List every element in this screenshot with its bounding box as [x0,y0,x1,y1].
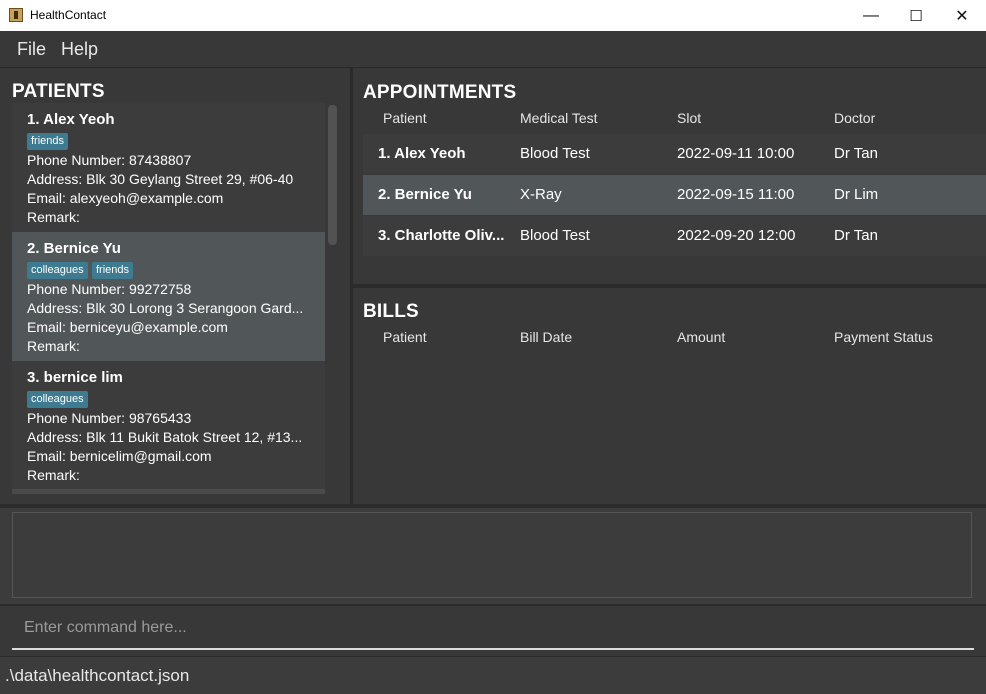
appointment-test: Blood Test [520,145,590,162]
patient-name: 2. Bernice Yu [27,240,121,257]
patient-phone: Phone Number: 99272758 [27,281,192,297]
tag-badge: colleagues [27,262,88,279]
patient-card[interactable]: 3. bernice lim colleagues Phone Number: … [12,361,325,490]
command-input[interactable] [12,608,974,650]
patient-name: 1. Alex Yeoh [27,111,115,128]
appointment-patient: 2. Bernice Yu [378,186,472,203]
patient-email: Email: alexyeoh@example.com [27,190,224,206]
bills-panel [353,288,986,504]
appointment-patient: 3. Charlotte Oliv... [378,227,505,244]
tag-badge: colleagues [27,391,88,408]
patient-list-hscroll[interactable] [12,489,325,494]
appointment-row[interactable]: 1. Alex Yeoh Blood Test 2022-09-11 10:00… [363,134,986,174]
appointment-doctor: Dr Lim [834,186,879,203]
patient-phone: Phone Number: 87438807 [27,152,192,168]
patient-list-scrollbar[interactable] [328,105,337,245]
patient-address: Address: Blk 30 Geylang Street 29, #06-4… [27,171,294,187]
minimize-button[interactable]: — [848,0,894,31]
appointment-test: Blood Test [520,227,590,244]
patient-name: 3. bernice lim [27,369,123,386]
appointment-slot: 2022-09-11 10:00 [677,145,795,162]
appointment-patient: 1. Alex Yeoh [378,145,466,162]
appointment-doctor: Dr Tan [834,227,878,244]
appointment-row[interactable]: 2. Bernice Yu X-Ray 2022-09-15 11:00 Dr … [363,175,986,215]
column-header-slot[interactable]: Slot [677,110,701,126]
tag-badge: friends [92,262,134,279]
column-header-patient[interactable]: Patient [383,329,427,345]
patient-address: Address: Blk 30 Lorong 3 Serangoon Gard.… [27,300,304,316]
patient-remark: Remark: [27,338,80,354]
patient-email: Email: berniceyu@example.com [27,319,228,335]
window-title: HealthContact [30,8,107,22]
patient-phone: Phone Number: 98765433 [27,410,192,426]
save-location: .\data\healthcontact.json [5,666,190,685]
menu-file[interactable]: File [17,39,46,60]
column-header-bill-date[interactable]: Bill Date [520,329,572,345]
column-header-amount[interactable]: Amount [677,329,725,345]
result-divider [0,504,986,508]
patient-address: Address: Blk 11 Bukit Batok Street 12, #… [27,429,303,445]
column-header-medical-test[interactable]: Medical Test [520,110,598,126]
patient-card[interactable]: 2. Bernice Yu colleagues friends Phone N… [12,232,325,361]
patient-remark: Remark: [27,209,80,225]
tag-badge: friends [27,133,69,150]
column-header-doctor[interactable]: Doctor [834,110,875,126]
patient-email: Email: bernicelim@gmail.com [27,448,212,464]
maximize-button[interactable]: ☐ [893,0,939,31]
status-bar: .\data\healthcontact.json [0,656,986,694]
patients-title: PATIENTS [12,81,105,102]
column-header-patient[interactable]: Patient [383,110,427,126]
app-icon [9,8,23,22]
appointments-title: APPOINTMENTS [363,82,517,103]
result-display[interactable] [12,512,972,598]
appointment-slot: 2022-09-15 11:00 [677,186,795,203]
window-titlebar: HealthContact — ☐ ✕ [0,0,986,31]
menu-help[interactable]: Help [61,39,98,60]
patient-remark: Remark: [27,467,80,483]
bills-title: BILLS [363,301,419,322]
appointment-doctor: Dr Tan [834,145,878,162]
menu-bar: File Help [0,31,986,68]
patient-list[interactable]: 1. Alex Yeoh friends Phone Number: 87438… [12,103,325,493]
close-button[interactable]: ✕ [939,0,985,31]
appointment-row[interactable]: 3. Charlotte Oliv... Blood Test 2022-09-… [363,216,986,256]
appointment-test: X-Ray [520,186,562,203]
appointment-slot: 2022-09-20 12:00 [677,227,796,244]
column-header-payment-status[interactable]: Payment Status [834,329,933,345]
patient-card[interactable]: 1. Alex Yeoh friends Phone Number: 87438… [12,103,325,232]
